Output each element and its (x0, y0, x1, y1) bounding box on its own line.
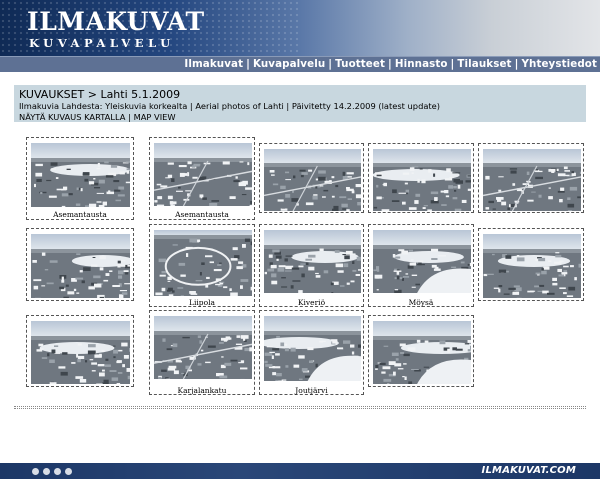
nav-separator: | (246, 58, 250, 70)
photo-thumbnail[interactable]: Karjalankatu (149, 310, 255, 395)
footer-dot-icon (32, 468, 39, 475)
aerial-photo[interactable] (154, 316, 252, 379)
photo-thumbnail[interactable]: Liipola (149, 224, 255, 307)
photo-thumbnail[interactable] (26, 228, 134, 301)
photo-thumbnail[interactable] (368, 315, 474, 387)
nav-tilaukset[interactable]: Tilaukset (457, 58, 511, 70)
nav-yhteystiedot[interactable]: Yhteystiedot (521, 58, 597, 70)
map-links: NÄYTÄ KUVAUS KARTALLA | MAP VIEW (19, 112, 581, 123)
nav-separator: | (450, 58, 455, 70)
aerial-photo[interactable] (264, 149, 361, 211)
site-footer: ILMAKUVAT.COM (0, 463, 600, 479)
photo-thumbnail[interactable] (26, 315, 134, 387)
photo-caption: Asemantausta (53, 210, 107, 219)
aerial-photo[interactable] (264, 316, 361, 381)
photo-thumbnail[interactable]: Kiveriö (259, 224, 364, 307)
main-nav-bar: Ilmakuvat | Kuvapalvelu | Tuotteet | Hinnasto |… (0, 56, 600, 72)
nav-kuvapalvelu[interactable]: Kuvapalvelu (253, 58, 325, 70)
photo-caption: Joutjärvi (295, 386, 328, 395)
aerial-photo[interactable] (373, 149, 471, 211)
gallery-info-box: KUVAUKSET > Lahti 5.1.2009 Ilmakuvia Lah… (14, 85, 586, 122)
nav-hinnasto[interactable]: Hinnasto (395, 58, 448, 70)
photo-caption: Liipola (189, 298, 215, 307)
nav-separator: | (328, 58, 333, 70)
gallery-divider (14, 406, 586, 409)
photo-thumbnail[interactable] (368, 143, 474, 213)
photo-caption: Kiveriö (297, 298, 326, 307)
map-link-separator: | (128, 111, 131, 122)
photo-thumbnail[interactable]: Möysä (368, 224, 474, 307)
photo-thumbnail[interactable] (478, 228, 584, 301)
nav-tuotteet[interactable]: Tuotteet (335, 58, 385, 70)
photo-thumbnail[interactable] (259, 143, 364, 213)
nav-separator: | (387, 58, 392, 70)
footer-brand[interactable]: ILMAKUVAT.COM (482, 464, 576, 478)
site-header: ILMAKUVAT KUVAPALVELU Ilmakuvat | Kuvapalv… (0, 0, 600, 72)
logo-subtitle: KUVAPALVELU (29, 36, 175, 50)
photo-thumbnail[interactable]: Asemantausta (149, 137, 255, 220)
footer-dot-icon (65, 468, 72, 475)
aerial-photo[interactable] (154, 230, 252, 296)
gallery-description: Ilmakuvia Lahdesta: Yleiskuvia korkealta… (19, 101, 441, 111)
logo-title: ILMAKUVAT (27, 7, 205, 36)
photo-thumbnail[interactable]: Joutjärvi (259, 310, 364, 395)
photo-caption: Asemantausta (175, 210, 229, 219)
aerial-photo[interactable] (483, 149, 581, 211)
gallery-title: KUVAUKSET > Lahti 5.1.2009 (19, 88, 181, 101)
photo-caption: Karjalankatu (177, 386, 227, 395)
aerial-photo[interactable] (154, 143, 252, 206)
nav-ilmakuvat[interactable]: Ilmakuvat (184, 58, 243, 70)
aerial-photo[interactable] (483, 234, 581, 298)
aerial-photo[interactable] (373, 321, 471, 384)
map-view-link-fi[interactable]: NÄYTÄ KUVAUS KARTALLA (19, 112, 125, 122)
site-logo[interactable]: ILMAKUVAT KUVAPALVELU (27, 7, 205, 50)
photo-caption: Möysä (408, 298, 434, 307)
nav-separator: | (514, 58, 519, 70)
aerial-photo[interactable] (31, 234, 130, 298)
map-view-link-en[interactable]: MAP VIEW (134, 112, 176, 122)
photo-thumbnail[interactable]: Asemantausta (26, 137, 134, 220)
aerial-photo[interactable] (31, 321, 130, 384)
aerial-photo[interactable] (264, 230, 361, 293)
main-nav: Ilmakuvat | Kuvapalvelu | Tuotteet | Hinnasto |… (184, 57, 597, 72)
footer-dot-icon (43, 468, 50, 475)
aerial-photo[interactable] (31, 143, 130, 207)
aerial-photo[interactable] (373, 230, 471, 293)
footer-dot-icon (54, 468, 61, 475)
photo-thumbnail[interactable] (478, 143, 584, 213)
